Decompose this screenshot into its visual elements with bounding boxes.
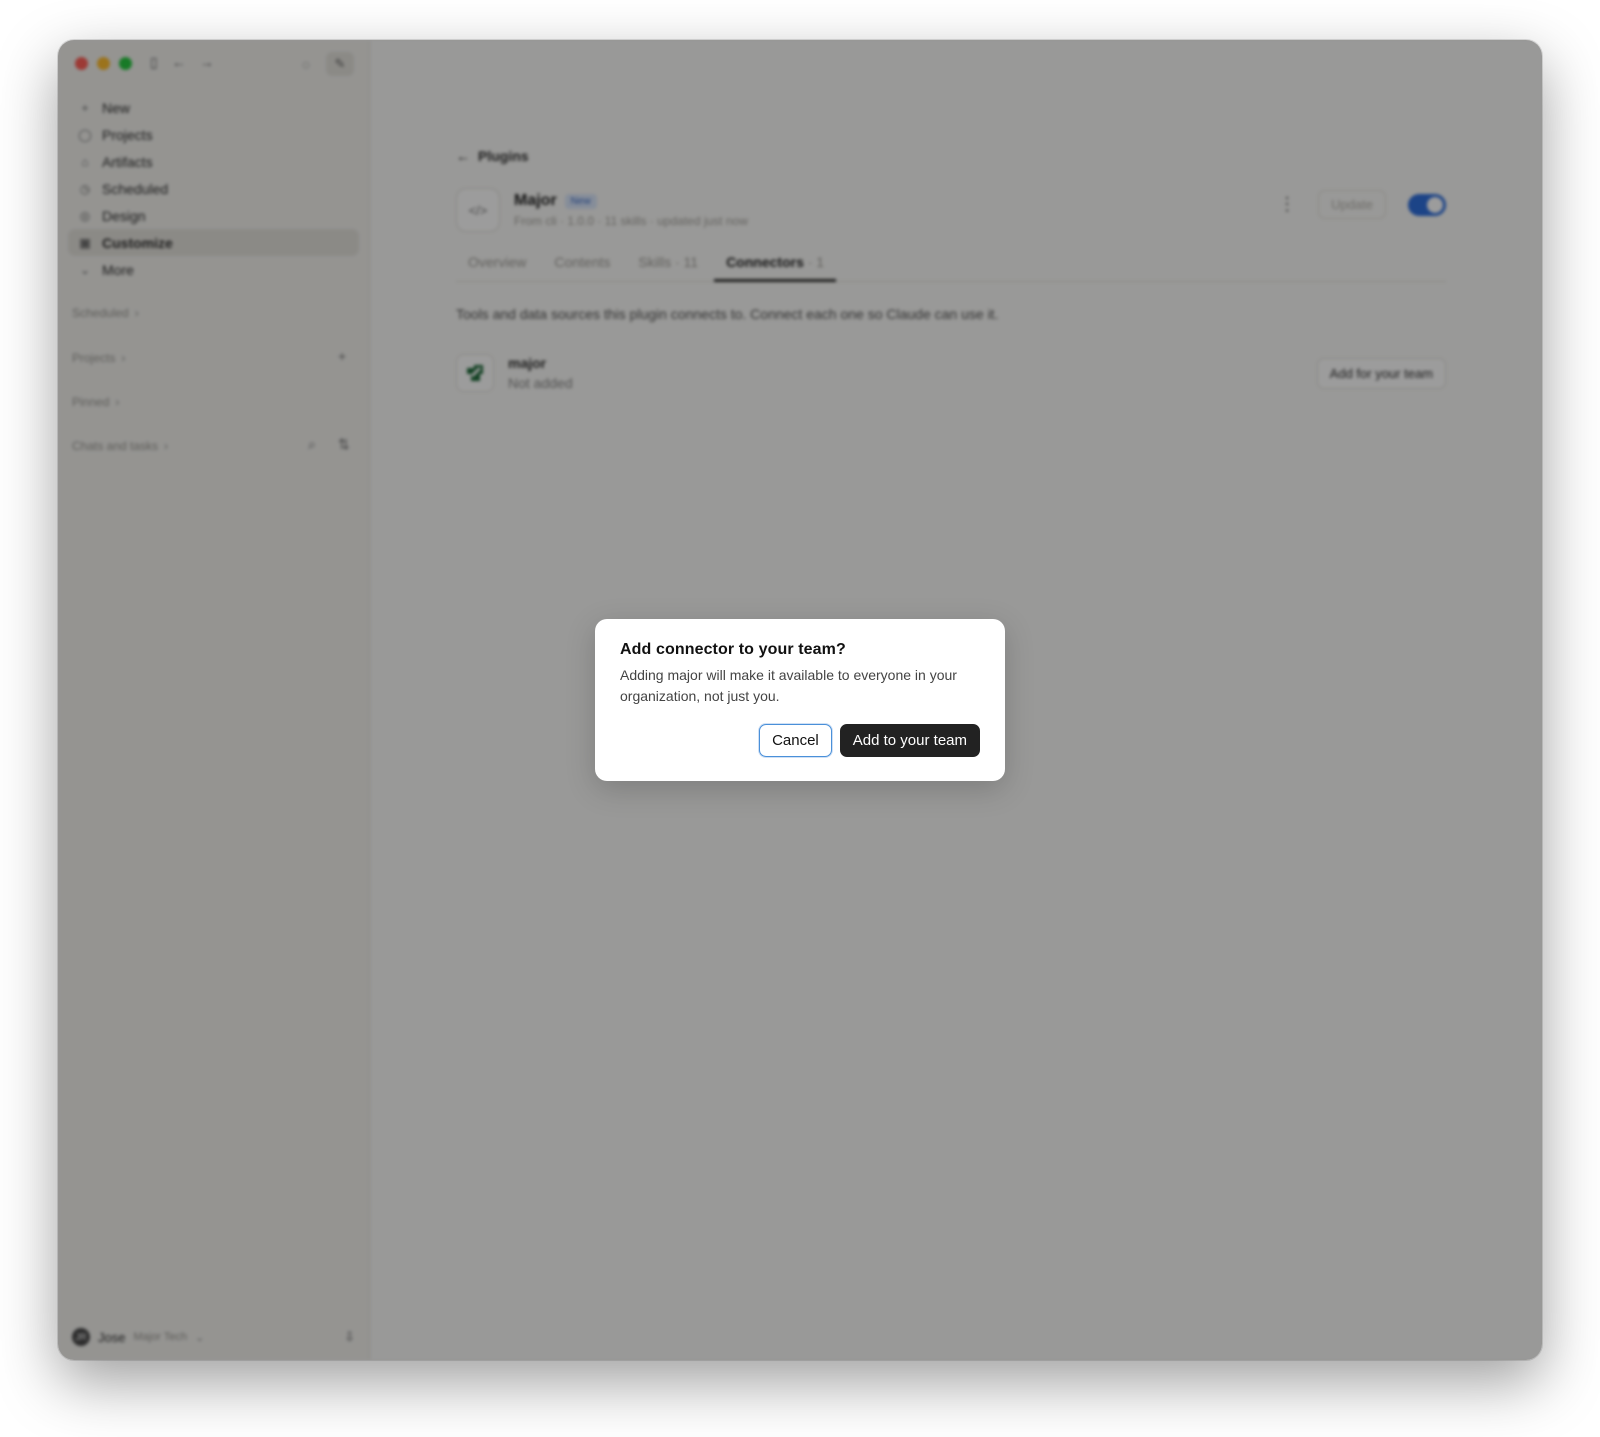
dialog-actions: Cancel Add to your team xyxy=(759,724,980,757)
add-to-your-team-button[interactable]: Add to your team xyxy=(839,724,980,757)
add-connector-dialog: Add connector to your team? Adding major… xyxy=(595,619,1005,781)
dialog-title: Add connector to your team? xyxy=(620,641,846,658)
cancel-button[interactable]: Cancel xyxy=(759,724,832,757)
dialog-body: Adding major will make it available to e… xyxy=(620,667,957,704)
